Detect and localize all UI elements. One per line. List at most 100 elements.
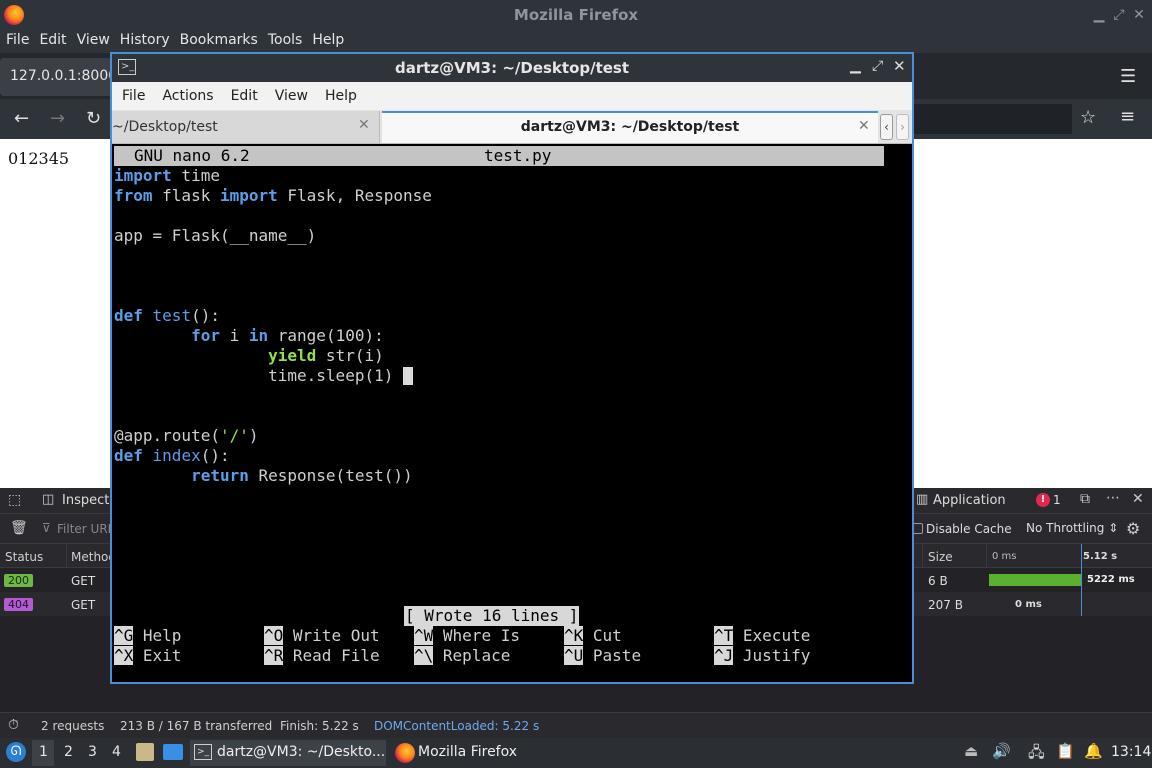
terminal-tab-label: ~/Desktop/test bbox=[112, 119, 218, 135]
tab-application[interactable]: Application bbox=[933, 493, 1006, 508]
trash-icon[interactable]: 🗑 bbox=[10, 520, 28, 536]
shortcut-execute[interactable]: ^T Execute bbox=[714, 626, 810, 646]
show-desktop-icon[interactable] bbox=[163, 744, 183, 760]
minimize-icon[interactable]: ▁ bbox=[850, 58, 861, 74]
pick-element-icon[interactable]: ⬚ bbox=[8, 492, 21, 508]
inspector-icon[interactable]: ◫ bbox=[42, 492, 54, 507]
taskbar-app-label: Mozilla Firefox bbox=[418, 744, 518, 760]
shortcut-paste[interactable]: ^U Paste bbox=[564, 646, 641, 666]
maximize-icon[interactable]: ⤢ bbox=[1110, 6, 1128, 24]
code-line: import time bbox=[114, 166, 220, 186]
terminal-menu-view[interactable]: View bbox=[265, 82, 315, 104]
workspace-2[interactable]: 2 bbox=[64, 744, 73, 760]
code-keyword: in bbox=[248, 326, 269, 345]
tab-scroll-left-icon[interactable]: ‹ bbox=[880, 114, 893, 140]
network-icon[interactable]: 🖧 bbox=[1028, 742, 1045, 767]
menu-view[interactable]: View bbox=[71, 30, 114, 48]
terminal-menu-help[interactable]: Help bbox=[315, 82, 364, 104]
timeline-tick-start: 0 ms bbox=[992, 551, 1017, 562]
code-line: def test(): bbox=[114, 306, 220, 326]
forward-icon[interactable]: → bbox=[50, 108, 65, 129]
clipboard-icon[interactable]: 📋 bbox=[1056, 742, 1075, 760]
request-timing: 5222 ms bbox=[1087, 574, 1135, 585]
volume-icon[interactable]: 🔊 bbox=[992, 742, 1011, 760]
menu-edit[interactable]: Edit bbox=[33, 30, 70, 48]
column-status[interactable]: Status bbox=[5, 550, 43, 564]
shortcut-key: ^K bbox=[564, 626, 584, 645]
terminal-menu-edit[interactable]: Edit bbox=[221, 82, 265, 104]
tray-upload-icon[interactable]: ⏏ bbox=[964, 742, 978, 760]
workspace-1[interactable]: 1 bbox=[39, 744, 48, 760]
bookmark-star-icon[interactable]: ☆ bbox=[1080, 107, 1096, 128]
terminal-menu-file[interactable]: File bbox=[112, 82, 152, 104]
workspace-3[interactable]: 3 bbox=[88, 744, 97, 760]
browser-tab[interactable]: 127.0.0.1:8000 bbox=[0, 58, 112, 96]
workspace-4[interactable]: 4 bbox=[112, 744, 121, 760]
code-keyword: def bbox=[114, 306, 143, 325]
taskbar-app-terminal[interactable]: >_ dartz@VM3: ~/Deskto... bbox=[190, 740, 386, 766]
nano-editor[interactable] bbox=[112, 144, 912, 682]
start-menu-icon[interactable]: ᘏ bbox=[6, 742, 26, 762]
close-tab-icon[interactable]: ✕ bbox=[858, 118, 870, 134]
terminal-tab-2[interactable]: dartz@VM3: ~/Desktop/test ✕ bbox=[382, 111, 878, 143]
settings-gear-icon[interactable]: ⚙ bbox=[1126, 519, 1140, 538]
menu-file[interactable]: File bbox=[0, 30, 33, 48]
shortcut-exit[interactable]: ^X Exit bbox=[114, 646, 181, 666]
performance-icon[interactable]: ⏱ bbox=[8, 717, 19, 733]
code-line: for i in range(100): bbox=[114, 326, 384, 346]
shortcut-help[interactable]: ^G Help bbox=[114, 626, 181, 646]
timeline-tick-end: 5.12 s bbox=[1083, 551, 1118, 562]
menu-bookmarks[interactable]: Bookmarks bbox=[174, 30, 262, 48]
footer-domcontentloaded: DOMContentLoaded: 5.22 s bbox=[374, 719, 540, 733]
shortcut-cut[interactable]: ^K Cut bbox=[564, 626, 622, 646]
close-devtools-icon[interactable]: ✕ bbox=[1132, 491, 1144, 507]
dock-icon[interactable]: ⧉ bbox=[1080, 491, 1090, 507]
close-icon[interactable]: ✕ bbox=[893, 57, 906, 75]
back-icon[interactable]: ← bbox=[14, 108, 29, 129]
code-line: app = Flask(__name__) bbox=[114, 226, 317, 245]
timeline-marker bbox=[1081, 544, 1082, 616]
terminal-app-icon: >_ bbox=[194, 744, 212, 760]
shortcut-where-is[interactable]: ^W Where Is bbox=[414, 626, 520, 646]
firefox-titlebar: Mozilla Firefox bbox=[0, 0, 1152, 30]
minimize-icon[interactable]: ▁ bbox=[1090, 6, 1108, 24]
shortcut-replace[interactable]: ^\ Replace bbox=[414, 646, 510, 666]
shortcut-write-out[interactable]: ^O Write Out bbox=[264, 626, 380, 646]
app-menu-icon[interactable]: ≡ bbox=[1120, 106, 1135, 127]
nano-version: GNU nano 6.2 bbox=[134, 146, 250, 165]
reload-icon[interactable]: ↻ bbox=[86, 108, 101, 129]
menu-tools[interactable]: Tools bbox=[262, 30, 307, 48]
column-size[interactable]: Size bbox=[928, 550, 953, 564]
shortcut-justify[interactable]: ^J Justify bbox=[714, 646, 810, 666]
close-icon[interactable]: ✕ bbox=[1130, 6, 1148, 24]
taskbar-app-label: dartz@VM3: ~/Deskto... bbox=[217, 744, 386, 760]
terminal-tab-1[interactable]: ~/Desktop/test ✕ bbox=[112, 111, 380, 143]
taskbar-app-firefox[interactable]: Mozilla Firefox bbox=[392, 740, 532, 766]
code-keyword: import bbox=[219, 186, 278, 205]
tab-list-icon[interactable]: ☰ bbox=[1120, 66, 1136, 87]
code-text: (): bbox=[200, 446, 230, 465]
shortcut-key: ^T bbox=[714, 626, 734, 645]
terminal-titlebar[interactable]: >_ dartz@VM3: ~/Desktop/test ▁ ⤢ ✕ bbox=[112, 54, 912, 82]
close-tab-icon[interactable]: ✕ bbox=[358, 117, 370, 133]
terminal-menu-actions[interactable]: Actions bbox=[152, 82, 220, 104]
throttling-select[interactable]: No Throttling ⇕ bbox=[1026, 521, 1118, 535]
tab-scroll-right-icon[interactable]: › bbox=[896, 114, 909, 140]
file-manager-icon[interactable] bbox=[136, 743, 154, 761]
error-icon[interactable]: ! bbox=[1036, 493, 1050, 507]
column-method[interactable]: Method bbox=[71, 550, 113, 564]
menu-help[interactable]: Help bbox=[306, 30, 348, 48]
application-icon: ▥ bbox=[916, 492, 929, 507]
column-divider bbox=[922, 544, 923, 568]
disable-cache-label: Disable Cache bbox=[926, 522, 1012, 536]
shortcut-read-file[interactable]: ^R Read File bbox=[264, 646, 380, 666]
notification-icon[interactable]: 🔔 bbox=[1084, 742, 1103, 760]
menu-history[interactable]: History bbox=[114, 30, 174, 48]
maximize-icon[interactable]: ⤢ bbox=[872, 58, 883, 74]
request-size: 207 B bbox=[928, 598, 963, 612]
url-bar[interactable] bbox=[912, 104, 1072, 134]
more-options-icon[interactable]: ⋯ bbox=[1106, 490, 1120, 506]
shortcut-label: Paste bbox=[592, 646, 642, 665]
